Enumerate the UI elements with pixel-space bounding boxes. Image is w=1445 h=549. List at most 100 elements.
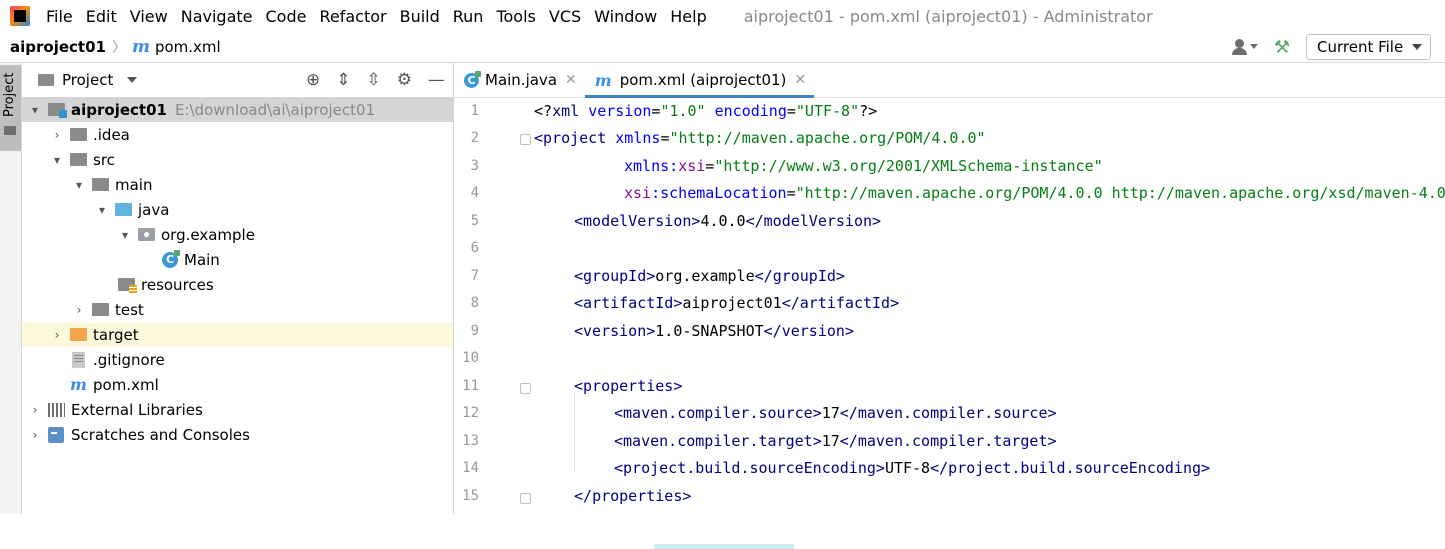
line-number: 15 <box>462 488 479 504</box>
menu-code[interactable]: Code <box>266 7 307 26</box>
menu-window[interactable]: Window <box>594 7 657 26</box>
chevron-down-icon[interactable]: ▾ <box>50 153 64 167</box>
tree-item-pom[interactable]: › m pom.xml <box>22 372 453 397</box>
tab-pom-xml[interactable]: m pom.xml (aiproject01) ✕ <box>584 63 815 98</box>
close-icon[interactable]: ✕ <box>565 72 577 88</box>
code-token: < <box>574 212 584 230</box>
tree-item-label: org.example <box>161 225 255 244</box>
fold-marker-icon[interactable] <box>520 493 531 504</box>
menu-navigate[interactable]: Navigate <box>181 7 253 26</box>
menu-run[interactable]: Run <box>453 7 484 26</box>
tree-item-test[interactable]: › test <box>22 297 453 322</box>
close-icon[interactable]: ✕ <box>794 72 806 88</box>
code-token: > <box>682 487 692 505</box>
chevron-right-icon[interactable]: › <box>28 403 42 417</box>
code-token: </ <box>781 294 800 312</box>
project-panel-header: Project ⊕ ⇕ ⇳ ⚙ — <box>22 63 453 97</box>
tree-item-main[interactable]: ▾ main <box>22 172 453 197</box>
chevron-down-icon[interactable] <box>127 77 138 83</box>
fold-marker-icon[interactable] <box>520 134 531 145</box>
tree-item-scratches[interactable]: › Scratches and Consoles <box>22 422 453 447</box>
run-config-label: Current File <box>1317 38 1404 56</box>
tree-item-gitignore[interactable]: › .gitignore <box>22 347 453 372</box>
code-token: > <box>890 294 900 312</box>
expand-all-icon[interactable]: ⇕ <box>336 70 350 90</box>
tree-item-idea[interactable]: › .idea <box>22 122 453 147</box>
line-number: 14 <box>462 460 479 476</box>
code-token: modelVersion <box>763 212 873 230</box>
gear-icon[interactable]: ⚙ <box>397 70 412 90</box>
tool-window-strip: Project <box>0 63 22 514</box>
chevron-down-icon[interactable]: ▾ <box>95 203 109 217</box>
tree-item-target[interactable]: › target <box>22 322 453 347</box>
code-token: xml <box>552 102 589 120</box>
menu-refactor[interactable]: Refactor <box>319 7 386 26</box>
tree-item-resources[interactable]: › resources <box>22 272 453 297</box>
fold-marker-icon[interactable] <box>520 383 531 394</box>
breadcrumb-project[interactable]: aiproject01 <box>10 38 106 56</box>
hide-icon[interactable]: — <box>428 70 445 90</box>
code-token: </ <box>574 487 593 505</box>
code-token: > <box>812 404 822 422</box>
code-token: properties <box>592 487 683 505</box>
code-token: xsi <box>624 184 652 202</box>
tree-item-label: Main <box>184 250 220 269</box>
code-line-15: </properties> <box>574 483 691 510</box>
resources-folder-icon <box>118 278 137 294</box>
user-account-icon[interactable] <box>1231 38 1260 56</box>
menu-edit[interactable]: Edit <box>86 7 117 26</box>
chevron-right-icon[interactable]: › <box>50 128 64 142</box>
folder-icon <box>92 178 109 191</box>
code-token: xmlns: <box>624 157 679 175</box>
tree-item-label: target <box>93 325 139 344</box>
select-opened-file-icon[interactable]: ⊕ <box>306 70 320 90</box>
menu-bar: File Edit View Navigate Code Refactor Bu… <box>0 0 1445 32</box>
menu-file[interactable]: File <box>46 7 73 26</box>
chevron-right-icon[interactable]: › <box>28 428 42 442</box>
chevron-right-icon[interactable]: › <box>72 303 86 317</box>
code-token: < <box>614 404 624 422</box>
menu-build[interactable]: Build <box>400 7 440 26</box>
tab-main-java[interactable]: C Main.java ✕ <box>454 63 585 97</box>
code-token: maven.compiler.source <box>623 404 813 422</box>
chevron-right-icon[interactable]: › <box>50 328 64 342</box>
menu-help[interactable]: Help <box>670 7 706 26</box>
code-area[interactable]: <?xml version="1.0" encoding="UTF-8"?> <… <box>534 98 1445 549</box>
chevron-down-icon[interactable]: ▾ <box>72 178 86 192</box>
tree-item-src[interactable]: ▾ src <box>22 147 453 172</box>
code-token: < <box>614 432 624 450</box>
code-token: groupId <box>583 267 647 285</box>
tree-item-org-example[interactable]: ▾ org.example <box>22 222 453 247</box>
tree-item-main-class[interactable]: › C Main <box>22 247 453 272</box>
tree-item-external-libraries[interactable]: › External Libraries <box>22 397 453 422</box>
chevron-down-icon[interactable]: ▾ <box>28 103 42 117</box>
code-token: version <box>781 322 845 340</box>
code-token: modelVersion <box>583 212 692 230</box>
tree-item-label: Scratches and Consoles <box>71 425 250 444</box>
breadcrumb-file[interactable]: pom.xml <box>155 38 221 56</box>
menu-vcs[interactable]: VCS <box>549 7 581 26</box>
chevron-down-icon <box>1249 44 1258 49</box>
tree-item-java[interactable]: ▾ java <box>22 197 453 222</box>
menu-view[interactable]: View <box>130 7 168 26</box>
build-hammer-icon[interactable]: ⚒ <box>1274 37 1290 58</box>
chevron-down-icon[interactable]: ▾ <box>118 228 132 242</box>
line-number: 3 <box>470 158 479 174</box>
intellij-logo-icon <box>10 6 30 26</box>
project-view-selector[interactable]: Project <box>62 71 113 89</box>
collapse-all-icon[interactable]: ⇳ <box>367 70 381 90</box>
navigation-bar: aiproject01 〉 m pom.xml ⚒ Current File <box>0 32 1445 63</box>
code-token: < <box>574 377 584 395</box>
tree-item-label: test <box>115 300 144 319</box>
project-tool-button[interactable]: Project <box>0 65 21 151</box>
line-number: 11 <box>462 378 479 394</box>
tree-item-aiproject01[interactable]: ▾ aiproject01 E:\download\ai\aiproject01 <box>22 97 453 122</box>
project-panel: Project ⊕ ⇕ ⇳ ⚙ — ▾ aiproject01 E:\downl… <box>22 63 454 514</box>
code-token: > <box>646 267 656 285</box>
menu-tools[interactable]: Tools <box>496 7 535 26</box>
code-token: maven.compiler.target <box>857 432 1048 450</box>
code-token: < <box>574 294 584 312</box>
code-token: "UTF-8" <box>795 102 860 120</box>
line-number: 1 <box>470 103 479 119</box>
run-config-select[interactable]: Current File <box>1306 34 1431 60</box>
